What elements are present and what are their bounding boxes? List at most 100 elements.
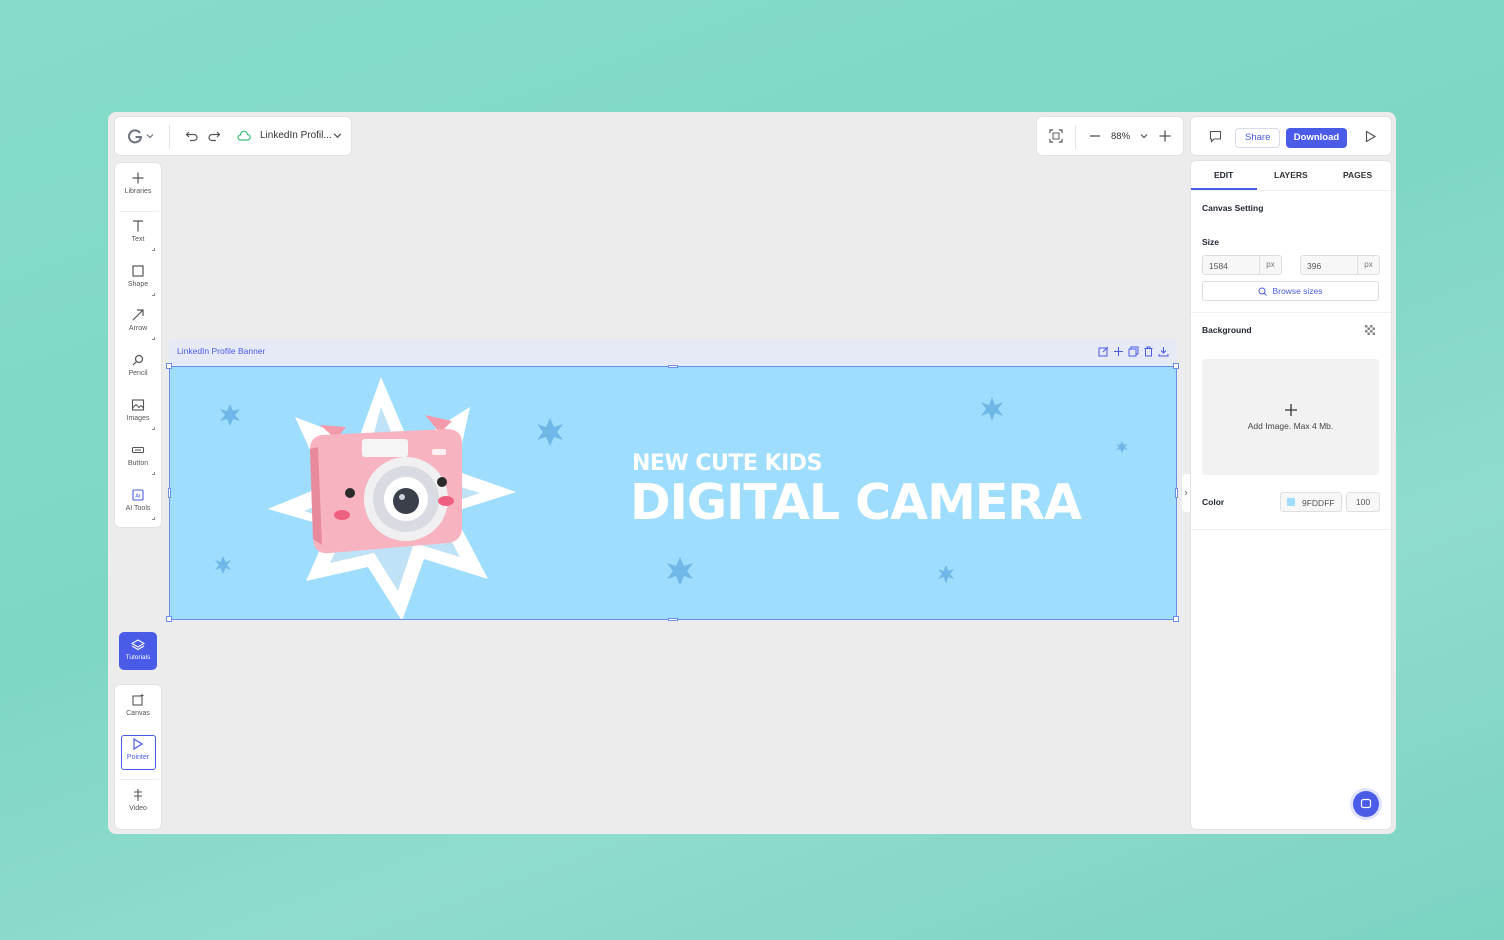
canvas-icon: [132, 694, 144, 706]
tool-images[interactable]: Images: [115, 392, 161, 436]
zoom-level[interactable]: 88%: [1111, 131, 1130, 142]
sparkle-shape: [1116, 441, 1128, 453]
width-value: 1584: [1209, 261, 1228, 271]
fit-screen-icon[interactable]: [1049, 129, 1063, 143]
image-icon: [131, 399, 145, 411]
chat-support-button[interactable]: [1353, 791, 1379, 817]
submenu-indicator: [152, 337, 155, 340]
sparkle-shape: [215, 556, 231, 574]
svg-text:AI: AI: [135, 494, 141, 500]
resize-handle-right[interactable]: [1175, 488, 1178, 498]
resize-handle-left[interactable]: [168, 488, 171, 498]
top-left-toolbar: LinkedIn Profil...: [114, 116, 352, 156]
tool-ai[interactable]: AI AI Tools: [115, 482, 161, 526]
resize-handle-top-left[interactable]: [166, 363, 172, 369]
tool-label: Text: [131, 236, 145, 243]
button-icon: [131, 446, 145, 454]
color-hex-field[interactable]: 9FDDFF: [1280, 492, 1342, 512]
pointer-icon: [133, 737, 144, 751]
tutorials-label: Tutorials: [125, 654, 151, 661]
search-icon: [1258, 287, 1268, 296]
camera-illustration: [310, 415, 462, 554]
submenu-indicator: [152, 248, 155, 251]
edit-icon[interactable]: [1098, 346, 1109, 357]
submenu-indicator: [152, 517, 155, 520]
undo-icon[interactable]: [185, 129, 199, 143]
resize-handle-top-right[interactable]: [1173, 363, 1179, 369]
play-icon[interactable]: [1364, 130, 1377, 143]
comment-icon[interactable]: [1209, 130, 1222, 143]
height-field[interactable]: 396 px: [1300, 255, 1380, 275]
tool-label: Arrow: [128, 325, 148, 332]
chevron-right-icon: [1184, 490, 1188, 496]
share-button[interactable]: Share: [1235, 128, 1281, 148]
add-image-label: Add Image. Max 4 Mb.: [1247, 421, 1334, 431]
sparkle-shape: [981, 397, 1003, 421]
color-hex-value: 9FDDFF: [1302, 498, 1335, 508]
resize-handle-bottom-right[interactable]: [1173, 616, 1179, 622]
browse-sizes-button[interactable]: Browse sizes: [1202, 281, 1379, 301]
plus-icon: [132, 172, 144, 184]
ai-icon: AI: [132, 489, 144, 501]
tool-pointer[interactable]: Pointer: [115, 731, 161, 775]
tool-label: Canvas: [126, 710, 150, 717]
unit-label: px: [1259, 256, 1281, 274]
resize-handle-bottom-left[interactable]: [166, 616, 172, 622]
resize-handle-top[interactable]: [668, 365, 678, 368]
resize-handle-bottom[interactable]: [668, 618, 678, 621]
chevron-down-icon[interactable]: [1140, 132, 1148, 140]
headline-small[interactable]: NEW CUTE KIDS: [632, 451, 822, 476]
document-name[interactable]: LinkedIn Profil...: [260, 130, 332, 141]
tool-video[interactable]: Video: [115, 782, 161, 826]
download-icon[interactable]: [1158, 346, 1169, 357]
frame-actions: [1098, 346, 1169, 357]
zoom-in-icon[interactable]: [1158, 129, 1172, 143]
frame-header: LinkedIn Profile Banner: [169, 339, 1177, 366]
tab-layers[interactable]: LAYERS: [1274, 170, 1308, 180]
size-label: Size: [1202, 237, 1220, 247]
tool-button[interactable]: Button: [115, 437, 161, 481]
add-icon[interactable]: [1113, 346, 1124, 357]
height-value: 396: [1307, 261, 1322, 271]
background-label: Background: [1202, 325, 1252, 335]
tab-pages[interactable]: PAGES: [1343, 170, 1372, 180]
opacity-field[interactable]: 100: [1346, 492, 1380, 512]
logo-icon: [128, 129, 143, 144]
submenu-indicator: [152, 427, 155, 430]
color-swatch[interactable]: [1287, 498, 1295, 506]
sparkle-shape: [938, 565, 954, 583]
editor-window: LinkedIn Profil... 88% Share Download Li…: [108, 112, 1396, 834]
tool-label: Pencil: [128, 370, 148, 377]
duplicate-icon[interactable]: [1128, 346, 1139, 357]
tool-shape[interactable]: Shape: [115, 258, 161, 302]
width-field[interactable]: 1584 px: [1202, 255, 1282, 275]
zoom-out-icon[interactable]: [1089, 130, 1101, 142]
tool-label: Libraries: [124, 188, 152, 195]
redo-icon[interactable]: [207, 129, 221, 143]
toolbar-divider: [1075, 125, 1076, 149]
trash-icon[interactable]: [1143, 346, 1154, 357]
tab-edit[interactable]: EDIT: [1214, 170, 1233, 180]
chevron-down-icon: [146, 134, 154, 139]
tool-canvas[interactable]: Canvas: [115, 687, 161, 731]
sidebar-divider: [119, 211, 159, 212]
chevron-down-icon[interactable]: [333, 131, 342, 140]
add-image-dropzone[interactable]: Add Image. Max 4 Mb.: [1202, 359, 1379, 475]
app-menu-button[interactable]: [127, 128, 154, 144]
tutorials-container: Tutorials: [114, 627, 162, 675]
panel-collapse-toggle[interactable]: [1182, 474, 1190, 512]
tool-pencil[interactable]: Pencil: [115, 347, 161, 391]
tool-text[interactable]: Text: [115, 213, 161, 257]
tool-label: Pointer: [126, 754, 150, 761]
properties-panel: EDIT LAYERS PAGES Canvas Setting Size 15…: [1190, 160, 1392, 830]
tool-libraries[interactable]: Libraries: [115, 165, 161, 209]
headline-large[interactable]: DIGITAL CAMERA: [630, 474, 1082, 531]
banner-canvas[interactable]: NEW CUTE KIDS DIGITAL CAMERA: [169, 366, 1177, 620]
transparency-grid-icon[interactable]: [1365, 325, 1375, 335]
download-button[interactable]: Download: [1286, 128, 1347, 148]
tool-arrow[interactable]: Arrow: [115, 302, 161, 346]
tool-label: Shape: [127, 281, 149, 288]
tutorials-button[interactable]: Tutorials: [119, 632, 157, 670]
video-icon: [134, 789, 142, 801]
frame-title[interactable]: LinkedIn Profile Banner: [177, 346, 265, 356]
